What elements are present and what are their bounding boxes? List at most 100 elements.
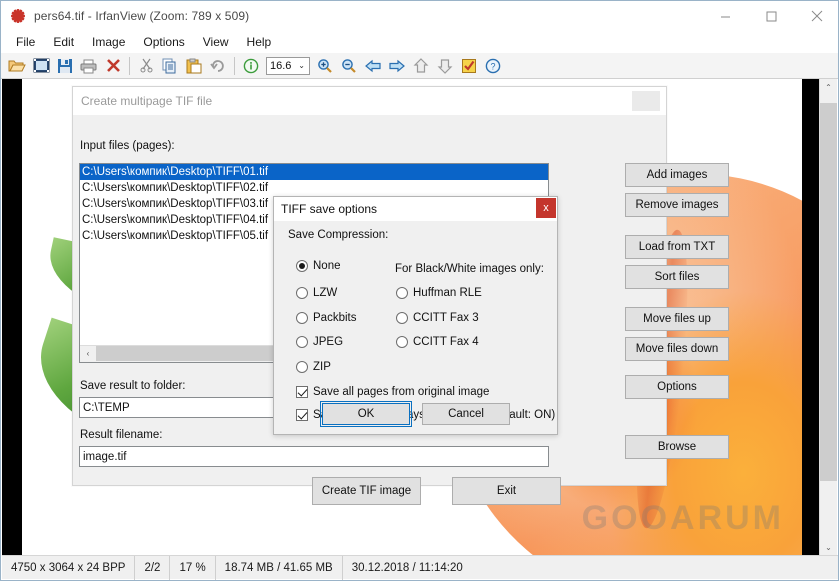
menu-image[interactable]: Image [83,32,134,52]
radio-huffman-rle[interactable]: Huffman RLE [396,287,482,299]
paste-icon[interactable] [182,54,206,78]
cancel-button[interactable]: Cancel [422,403,510,425]
delete-icon[interactable] [101,54,125,78]
checkbox-indicator [296,386,308,398]
next-image-icon[interactable] [385,54,409,78]
list-item[interactable]: C:\Users\компик\Desktop\TIFF\01.tif [80,164,548,180]
checkbox-save-all-pages[interactable]: Save all pages from original image [296,386,489,398]
radio-button-indicator [296,336,308,348]
radio-label: LZW [313,287,338,299]
slideshow-icon[interactable] [457,54,481,78]
svg-text:?: ? [490,61,495,71]
browse-button[interactable]: Browse [625,435,729,459]
status-file-size: 18.74 MB / 41.65 MB [216,555,343,580]
load-from-txt-button[interactable]: Load from TXT [625,235,729,259]
status-dimensions: 4750 x 3064 x 24 BPP [2,555,136,580]
radio-ccitt-fax-3[interactable]: CCITT Fax 3 [396,312,479,324]
multipage-dialog-title: Create multipage TIF file [81,93,213,108]
save-icon[interactable] [53,54,77,78]
checkbox-indicator [296,409,308,421]
chevron-down-icon: ⌄ [298,61,305,70]
copy-icon[interactable] [158,54,182,78]
remove-images-button[interactable]: Remove images [625,193,729,217]
sort-files-button[interactable]: Sort files [625,265,729,289]
save-compression-label: Save Compression: [288,229,389,241]
input-files-label: Input files (pages): [80,140,175,152]
window-title: pers64.tif - IrfanView (Zoom: 789 x 509) [34,9,250,23]
menu-bar: File Edit Image Options View Help [1,31,838,53]
last-image-icon[interactable] [433,54,457,78]
thumbnails-icon[interactable] [29,54,53,78]
create-tif-image-button[interactable]: Create TIF image [312,477,421,505]
tiff-dialog-close-button[interactable]: x [536,198,556,218]
open-folder-icon[interactable] [5,54,29,78]
radio-ccitt-fax-4[interactable]: CCITT Fax 4 [396,336,479,348]
menu-view[interactable]: View [194,32,238,52]
tiff-save-options-dialog: TIFF save options x Save Compression: Fo… [273,196,558,435]
zoom-level-value: 16.6 [270,59,292,72]
menu-file[interactable]: File [7,32,44,52]
radio-label: CCITT Fax 4 [413,336,479,348]
scroll-up-icon[interactable]: ⌃ [820,79,837,96]
menu-options[interactable]: Options [134,32,193,52]
status-page-index: 2/2 [135,555,171,580]
move-files-down-button[interactable]: Move files down [625,337,729,361]
status-datetime: 30.12.2018 / 11:14:20 [351,561,463,574]
result-filename-label: Result filename: [80,429,163,441]
scroll-down-icon[interactable]: ⌄ [820,539,837,556]
previous-image-icon[interactable] [361,54,385,78]
radio-button-indicator [296,287,308,299]
irfanview-window: pers64.tif - IrfanView (Zoom: 789 x 509)… [0,0,839,581]
radio-lzw[interactable]: LZW [296,287,337,299]
radio-button-indicator [396,336,408,348]
first-image-icon[interactable] [409,54,433,78]
options-button[interactable]: Options [625,375,729,399]
radio-button-indicator [296,260,308,272]
help-icon[interactable]: ? [481,54,505,78]
radio-packbits[interactable]: Packbits [296,312,356,324]
radio-jpeg[interactable]: JPEG [296,336,343,348]
radio-zip[interactable]: ZIP [296,361,331,373]
scrollbar-thumb[interactable] [820,103,837,481]
toolbar-separator [129,56,130,75]
radio-label: Huffman RLE [413,287,482,299]
save-folder-label: Save result to folder: [80,380,186,392]
print-icon[interactable] [77,54,101,78]
black-white-only-label: For Black/White images only: [395,263,544,275]
title-bar: pers64.tif - IrfanView (Zoom: 789 x 509) [1,1,838,31]
window-controls [702,1,838,31]
maximize-button[interactable] [748,1,794,31]
multipage-side-buttons: Add images Remove images Load from TXT S… [625,163,729,459]
tiff-dialog-title: TIFF save options [281,202,378,216]
radio-label: None [313,260,341,272]
result-filename-input[interactable]: image.tif [79,446,549,467]
radio-label: JPEG [313,336,344,348]
list-item[interactable]: C:\Users\компик\Desktop\TIFF\02.tif [80,180,548,196]
minimize-button[interactable] [702,1,748,31]
multipage-dialog-close-button[interactable] [632,91,660,111]
add-images-button[interactable]: Add images [625,163,729,187]
zoom-out-icon[interactable] [337,54,361,78]
scroll-left-icon[interactable]: ‹ [80,346,96,361]
tiff-dialog-titlebar: TIFF save options x [274,197,557,221]
menu-edit[interactable]: Edit [44,32,83,52]
info-icon[interactable] [239,54,263,78]
tiff-dialog-body: Save Compression: For Black/White images… [274,221,557,434]
radio-button-indicator [296,312,308,324]
exit-button[interactable]: Exit [452,477,561,505]
radio-none[interactable]: None [296,260,341,272]
close-button[interactable] [794,1,838,31]
status-zoom-percent: 17 % [170,555,216,580]
zoom-in-icon[interactable] [313,54,337,78]
cut-icon[interactable] [134,54,158,78]
radio-button-indicator [396,312,408,324]
toolbar-separator-2 [234,56,235,75]
vertical-scrollbar[interactable]: ⌃ ⌄ [819,79,837,556]
undo-icon[interactable] [206,54,230,78]
move-files-up-button[interactable]: Move files up [625,307,729,331]
menu-help[interactable]: Help [238,32,281,52]
zoom-level-combobox[interactable]: 16.6 ⌄ [266,56,310,75]
radio-button-indicator [296,361,308,373]
radio-label: CCITT Fax 3 [413,312,479,324]
ok-button[interactable]: OK [320,401,412,427]
